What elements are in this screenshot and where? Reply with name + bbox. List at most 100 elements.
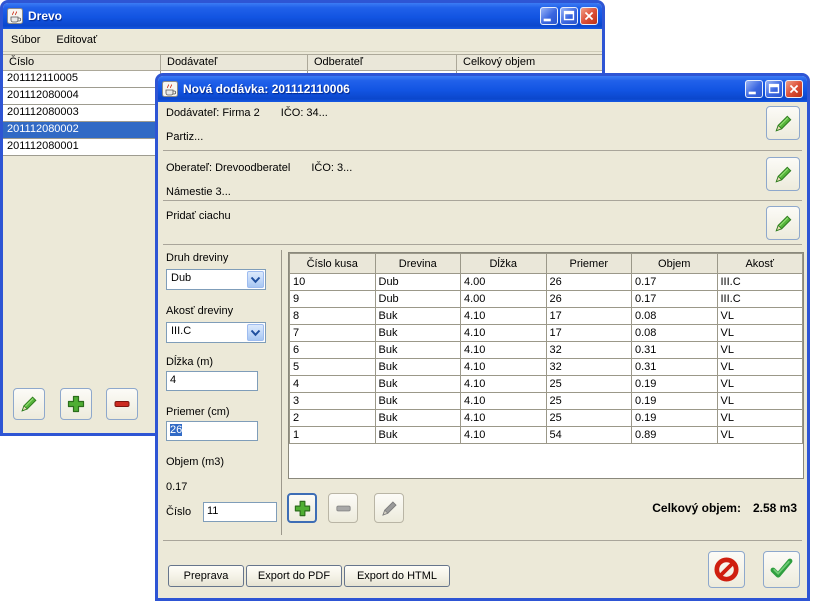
table-cell[interactable]: Buk <box>375 308 461 325</box>
col-objem[interactable]: Objem <box>632 254 718 274</box>
table-cell[interactable]: Buk <box>375 359 461 376</box>
maximize-icon[interactable] <box>560 7 578 25</box>
dialog-titlebar[interactable]: Nová dodávka: 201112110006 <box>158 76 807 102</box>
piece-row[interactable]: 3Buk4.10250.19VL <box>290 393 803 410</box>
col-cislo[interactable]: Číslo <box>3 55 161 70</box>
col-dlzka[interactable]: Dĺžka <box>461 254 547 274</box>
table-cell[interactable]: 25 <box>546 393 632 410</box>
minimize-icon[interactable] <box>540 7 558 25</box>
preprava-button[interactable]: Preprava <box>168 565 244 587</box>
col-odberatel[interactable]: Odberateľ <box>308 55 457 70</box>
edit-shipment-button[interactable] <box>13 388 45 420</box>
piece-row[interactable]: 6Buk4.10320.31VL <box>290 342 803 359</box>
wood-type-select[interactable]: Dub <box>166 269 266 290</box>
chevron-down-icon[interactable] <box>247 324 264 341</box>
table-cell[interactable]: III.C <box>717 274 803 291</box>
table-cell[interactable]: VL <box>717 376 803 393</box>
table-cell[interactable]: 54 <box>546 427 632 444</box>
table-cell[interactable]: 0.19 <box>632 410 718 427</box>
table-cell[interactable]: 0.31 <box>632 342 718 359</box>
menu-editovat[interactable]: Editovať <box>48 31 105 49</box>
remove-piece-button[interactable] <box>328 493 358 523</box>
table-cell[interactable]: 4.10 <box>461 308 547 325</box>
piece-row[interactable]: 7Buk4.10170.08VL <box>290 325 803 342</box>
table-cell[interactable]: Buk <box>375 342 461 359</box>
table-cell[interactable]: 4.10 <box>461 325 547 342</box>
add-piece-button[interactable] <box>287 493 317 523</box>
table-cell[interactable]: 2 <box>290 410 376 427</box>
table-cell[interactable]: 0.08 <box>632 325 718 342</box>
table-cell[interactable]: 201112080004 <box>3 88 161 105</box>
chevron-down-icon[interactable] <box>247 271 264 288</box>
table-cell[interactable]: 26 <box>546 291 632 308</box>
table-cell[interactable]: 4.10 <box>461 393 547 410</box>
table-cell[interactable]: 0.08 <box>632 308 718 325</box>
piece-row[interactable]: 4Buk4.10250.19VL <box>290 376 803 393</box>
table-cell[interactable]: Buk <box>375 410 461 427</box>
table-cell[interactable]: Buk <box>375 376 461 393</box>
confirm-button[interactable] <box>763 551 800 588</box>
table-cell[interactable]: VL <box>717 410 803 427</box>
col-drevina[interactable]: Drevina <box>375 254 461 274</box>
piece-number-input[interactable]: 11 <box>203 502 277 522</box>
table-cell[interactable]: 0.89 <box>632 427 718 444</box>
table-cell[interactable]: 3 <box>290 393 376 410</box>
table-cell[interactable]: 8 <box>290 308 376 325</box>
table-cell[interactable]: Buk <box>375 325 461 342</box>
piece-row[interactable]: 2Buk4.10250.19VL <box>290 410 803 427</box>
table-cell[interactable]: 4 <box>290 376 376 393</box>
edit-piece-button[interactable] <box>374 493 404 523</box>
table-cell[interactable]: 32 <box>546 359 632 376</box>
col-dodavatel[interactable]: Dodávateľ <box>161 55 308 70</box>
table-cell[interactable]: 6 <box>290 342 376 359</box>
export-pdf-button[interactable]: Export do PDF <box>246 565 342 587</box>
table-cell[interactable]: 26 <box>546 274 632 291</box>
table-cell[interactable]: 0.19 <box>632 393 718 410</box>
table-cell[interactable]: VL <box>717 342 803 359</box>
length-input[interactable]: 4 <box>166 371 258 391</box>
piece-row[interactable]: 5Buk4.10320.31VL <box>290 359 803 376</box>
table-cell[interactable]: 32 <box>546 342 632 359</box>
table-cell[interactable]: 4.10 <box>461 427 547 444</box>
maximize-icon[interactable] <box>765 80 783 98</box>
menu-subor[interactable]: Súbor <box>3 31 48 49</box>
col-priemer[interactable]: Priemer <box>546 254 632 274</box>
table-cell[interactable]: 0.17 <box>632 274 718 291</box>
table-cell[interactable]: 25 <box>546 410 632 427</box>
table-cell[interactable]: 17 <box>546 308 632 325</box>
export-html-button[interactable]: Export do HTML <box>344 565 450 587</box>
col-celkovy-objem[interactable]: Celkový objem <box>457 55 602 70</box>
col-cislo-kusa[interactable]: Číslo kusa <box>290 254 376 274</box>
table-cell[interactable]: 4.00 <box>461 291 547 308</box>
minimize-icon[interactable] <box>745 80 763 98</box>
table-cell[interactable]: VL <box>717 325 803 342</box>
edit-customer-button[interactable] <box>766 157 800 191</box>
col-akost[interactable]: Akosť <box>717 254 803 274</box>
table-cell[interactable]: 201112080001 <box>3 139 161 156</box>
table-cell[interactable]: Dub <box>375 291 461 308</box>
table-cell[interactable]: 25 <box>546 376 632 393</box>
table-cell[interactable]: 10 <box>290 274 376 291</box>
table-cell[interactable]: Buk <box>375 427 461 444</box>
table-cell[interactable]: 4.10 <box>461 410 547 427</box>
table-cell[interactable]: VL <box>717 308 803 325</box>
table-cell[interactable]: 4.00 <box>461 274 547 291</box>
piece-row[interactable]: 10Dub4.00260.17III.C <box>290 274 803 291</box>
table-cell[interactable]: 1 <box>290 427 376 444</box>
table-cell[interactable]: 4.10 <box>461 359 547 376</box>
table-cell[interactable]: 0.19 <box>632 376 718 393</box>
edit-stamp-button[interactable] <box>766 206 800 240</box>
close-x-icon[interactable] <box>580 7 598 25</box>
edit-supplier-button[interactable] <box>766 106 800 140</box>
table-cell[interactable]: 201112110005 <box>3 71 161 88</box>
table-cell[interactable]: VL <box>717 393 803 410</box>
piece-row[interactable]: 8Buk4.10170.08VL <box>290 308 803 325</box>
close-x-icon[interactable] <box>785 80 803 98</box>
table-cell[interactable]: Dub <box>375 274 461 291</box>
table-cell[interactable]: 4.10 <box>461 376 547 393</box>
piece-row[interactable]: 9Dub4.00260.17III.C <box>290 291 803 308</box>
table-cell[interactable]: 4.10 <box>461 342 547 359</box>
table-cell[interactable]: 201112080003 <box>3 105 161 122</box>
table-cell[interactable]: Buk <box>375 393 461 410</box>
quality-select[interactable]: III.C <box>166 322 266 343</box>
